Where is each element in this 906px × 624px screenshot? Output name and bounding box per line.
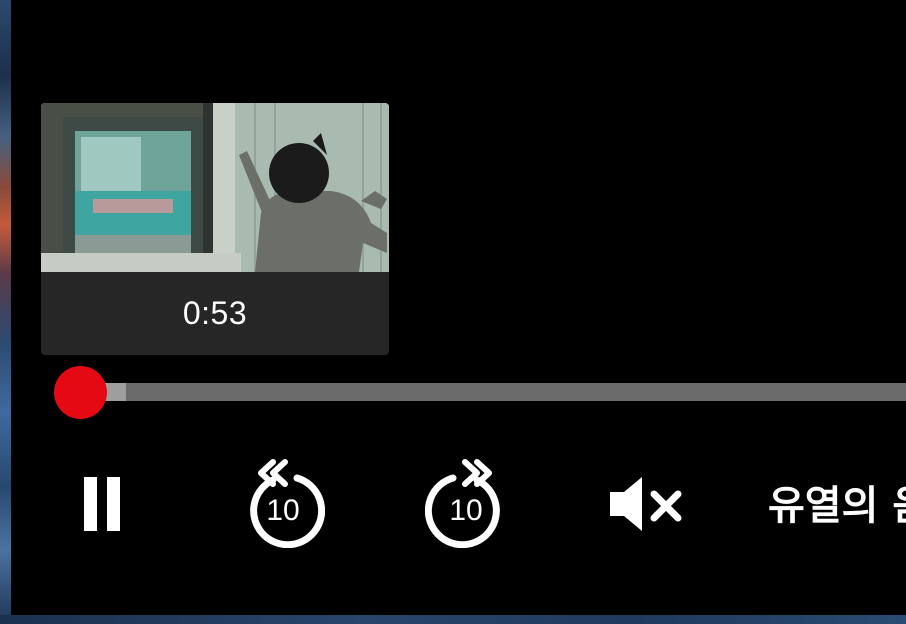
desktop-wallpaper-edge: [0, 0, 11, 624]
rewind-10-button[interactable]: 10: [243, 456, 325, 548]
volume-button[interactable]: [606, 474, 686, 534]
forward-seconds-label: 10: [449, 494, 482, 527]
rewind-seconds-label: 10: [266, 494, 299, 527]
forward-10-icon: 10: [425, 459, 500, 548]
seek-scrubber-handle[interactable]: [54, 366, 107, 419]
video-title: 유열의 음: [768, 483, 906, 529]
pause-button[interactable]: [82, 475, 122, 533]
preview-thumbnail: [41, 103, 389, 272]
preview-timestamp: 0:53: [182, 295, 248, 331]
forward-10-button[interactable]: 10: [425, 456, 507, 548]
volume-muted-icon: [610, 477, 682, 531]
seek-preview-card: 0:53: [41, 103, 389, 355]
replay-10-icon: 10: [250, 459, 325, 548]
pause-icon: [84, 477, 120, 531]
seek-bar[interactable]: [80, 383, 906, 401]
screen: 0:53 10 10 유열의 음: [0, 0, 906, 624]
desktop-wallpaper-bottom-edge: [0, 615, 906, 624]
